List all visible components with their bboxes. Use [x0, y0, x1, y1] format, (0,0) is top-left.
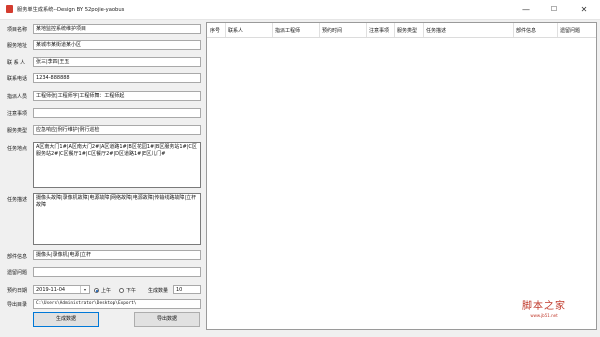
count-label: 生成数量 [148, 288, 169, 294]
count-input[interactable]: 10 [173, 285, 201, 294]
project-name-label: 项目名称 [7, 27, 28, 33]
task-desc-textarea[interactable]: 摄像头故障|录像机故障|电源故障|网络故障|电源故障|传输线路故障|立杆故障 [33, 193, 201, 245]
column-separator[interactable] [225, 23, 226, 37]
column-separator[interactable] [272, 23, 273, 37]
task-location-textarea[interactable]: A区南大门1#|A区南大门2#|A区道路1#|B区花园1#|B区服务站1#|C区… [33, 142, 201, 188]
app-icon [6, 5, 13, 13]
notes-input[interactable] [33, 108, 201, 118]
column-header-notes[interactable]: 注意事项 [369, 27, 389, 34]
title-bar: 服务单生成系统--Design BY 52pojie-yaobus — ☐ ✕ [0, 0, 600, 20]
column-separator[interactable] [319, 23, 320, 37]
column-header-task-desc[interactable]: 任务描述 [426, 27, 446, 34]
column-header-engineer[interactable]: 指派工程师 [275, 27, 300, 34]
calendar-dropdown-icon[interactable]: ▾ [80, 286, 89, 293]
service-type-input[interactable]: 应急响应|例行维护|例行巡检 [33, 125, 201, 135]
service-address-input[interactable]: 某城市某街道某小区 [33, 40, 201, 50]
parts-label: 部件信息 [7, 254, 28, 260]
export-button[interactable]: 导出数据 [134, 312, 200, 327]
date-label: 预约日期 [7, 288, 28, 294]
date-picker[interactable]: 2019-11-04 ▾ [33, 285, 90, 294]
window-title: 服务单生成系统--Design BY 52pojie-yaobus [17, 7, 125, 13]
close-button[interactable]: ✕ [570, 0, 598, 19]
column-header-index[interactable]: 序号 [210, 27, 220, 34]
service-address-label: 服务地址 [7, 43, 28, 49]
engineer-input[interactable]: 工程师张|工程师宇|工程师舞：工程师起 [33, 91, 201, 101]
pm-radio-label: 下午 [126, 288, 137, 294]
notes-label: 注意事项 [7, 111, 28, 117]
export-dir-label: 导出目录 [7, 302, 28, 308]
pm-radio[interactable]: 下午 [119, 287, 136, 294]
watermark: 脚本之家 www.jb51.net [522, 297, 566, 318]
contact-label: 联 系 人 [7, 60, 26, 66]
generate-button[interactable]: 生成数据 [33, 312, 99, 327]
am-radio-label: 上午 [101, 288, 112, 294]
phone-input[interactable]: 1234-888888 [33, 73, 201, 83]
column-header-time[interactable]: 预约时间 [322, 27, 342, 34]
grid-header: 序号 联系人 指派工程师 预约时间 注意事项 服务类型 任务描述 部件信息 遗留… [207, 23, 596, 38]
radio-unselected-icon [119, 288, 124, 293]
column-header-contact[interactable]: 联系人 [228, 27, 243, 34]
column-separator[interactable] [557, 23, 558, 37]
remaining-input[interactable] [33, 267, 201, 277]
data-grid[interactable]: 序号 联系人 指派工程师 预约时间 注意事项 服务类型 任务描述 部件信息 遗留… [206, 22, 597, 330]
date-value: 2019-11-04 [36, 287, 66, 293]
contact-input[interactable]: 张三|李四|王五 [33, 57, 201, 67]
parts-input[interactable]: 摄像头|录像机|电源|立杆 [33, 250, 201, 260]
am-radio[interactable]: 上午 [94, 287, 111, 294]
export-dir-input[interactable]: C:\Users\Administrator\Desktop\Export\ [33, 299, 201, 309]
form-panel: 项目名称 某地监控系统维护项目 服务地址 某城市某街道某小区 联 系 人 张三|… [0, 19, 205, 337]
column-header-remaining[interactable]: 遗留问题 [560, 27, 580, 34]
column-header-service-type[interactable]: 服务类型 [397, 27, 417, 34]
project-name-input[interactable]: 某地监控系统维护项目 [33, 24, 201, 34]
radio-selected-icon [94, 288, 99, 293]
column-separator[interactable] [423, 23, 424, 37]
watermark-url: www.jb51.net [530, 313, 558, 318]
maximize-button[interactable]: ☐ [540, 0, 568, 19]
column-separator[interactable] [394, 23, 395, 37]
column-header-parts[interactable]: 部件信息 [516, 27, 536, 34]
remaining-label: 遗留问题 [7, 270, 28, 276]
task-location-label: 任务地点 [7, 146, 28, 152]
column-separator[interactable] [513, 23, 514, 37]
watermark-text: 脚本之家 [522, 301, 566, 312]
minimize-button[interactable]: — [512, 0, 540, 19]
phone-label: 联系电话 [7, 76, 28, 82]
column-separator[interactable] [366, 23, 367, 37]
engineer-label: 指派人员 [7, 94, 28, 100]
task-desc-label: 任务描述 [7, 197, 28, 203]
service-type-label: 服务类型 [7, 128, 28, 134]
